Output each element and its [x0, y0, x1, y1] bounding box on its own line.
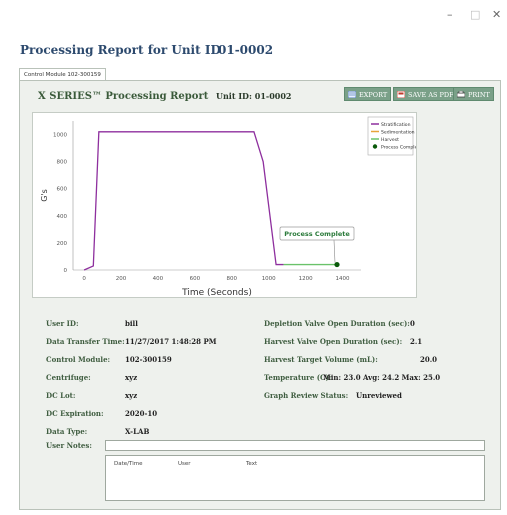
detail-value: X-LAB — [125, 427, 150, 436]
report-unit-id: Unit ID: 01-0002 — [216, 91, 291, 101]
detail-value: Unreviewed — [356, 391, 402, 400]
x-tick-label: 1000 — [262, 276, 276, 282]
y-tick-label: 400 — [57, 214, 68, 220]
print-button[interactable]: PRINT — [453, 87, 494, 101]
window-titlebar: – □ ✕ — [0, 0, 507, 30]
x-tick-label: 1200 — [299, 276, 313, 282]
legend-label: Harvest — [381, 137, 399, 143]
report-unit-label: Unit ID: — [216, 91, 252, 101]
detail-label: Depletion Valve Open Duration (sec): — [264, 319, 410, 328]
y-tick-label: 200 — [57, 241, 68, 247]
legend-label: Sedimentation — [381, 130, 415, 136]
detail-value: 2.1 — [410, 337, 423, 346]
detail-label: Centrifuge: — [46, 373, 91, 382]
detail-value: xyz — [125, 373, 138, 382]
detail-value: xyz — [125, 391, 138, 400]
process-complete-marker — [334, 261, 340, 268]
close-button[interactable]: ✕ — [492, 8, 501, 21]
export-icon — [348, 91, 356, 98]
report-title: X SERIES™ Processing Report — [38, 91, 209, 102]
x-tick-label: 200 — [116, 276, 127, 282]
detail-label: User ID: — [46, 319, 79, 328]
report-panel: X SERIES™ Processing Report Unit ID: 01-… — [19, 80, 501, 510]
detail-value: bill — [125, 319, 138, 328]
x-tick-label: 800 — [227, 276, 238, 282]
notes-history-table: Date/Time User Text — [105, 455, 485, 501]
y-tick-label: 0 — [64, 268, 68, 274]
save-as-pdf-label: SAVE AS PDF — [408, 91, 454, 99]
notes-col-text: Text — [246, 461, 258, 467]
y-tick-label: 600 — [57, 187, 68, 193]
y-tick-label: 1000 — [53, 133, 67, 139]
notes-col-datetime: Date/Time — [114, 461, 143, 467]
legend-marker-process-complete — [372, 144, 378, 149]
y-axis-title: G's — [40, 189, 49, 202]
x-tick-label: 600 — [190, 276, 201, 282]
detail-value: 2020-10 — [125, 409, 158, 418]
detail-value: 20.0 — [420, 355, 438, 364]
annotation-leader — [333, 239, 336, 263]
detail-label: DC Expiration: — [46, 409, 104, 418]
pdf-icon — [397, 91, 405, 98]
user-notes-label: User Notes: — [46, 441, 92, 450]
maximize-button[interactable]: □ — [470, 8, 480, 21]
detail-label: DC Lot: — [46, 391, 76, 400]
detail-label: Graph Review Status: — [264, 391, 349, 400]
detail-label: Harvest Target Volume (mL): — [264, 355, 378, 364]
detail-label: Data Transfer Time: — [46, 337, 125, 346]
chart-svg: 0 200 400 600 800 1000 1200 1400 0 200 400 600 800 10… — [40, 116, 422, 298]
annotation-text: Process Complete — [284, 230, 350, 238]
legend-label: Stratification — [381, 122, 411, 128]
detail-label: Data Type: — [46, 427, 88, 436]
notes-col-user: User — [178, 461, 191, 467]
processing-chart: 0 200 400 600 800 1000 1200 1400 0 200 400 600 800 10… — [32, 112, 422, 298]
export-label: EXPORT — [359, 91, 388, 99]
printer-icon — [457, 91, 465, 98]
user-notes-input[interactable] — [105, 440, 485, 451]
save-as-pdf-button[interactable]: SAVE AS PDF — [393, 87, 458, 101]
legend-label: Process Complete — [381, 145, 416, 151]
series-line-stratification — [83, 131, 284, 271]
export-button[interactable]: EXPORT — [344, 87, 392, 101]
detail-label: Harvest Valve Open Duration (sec): — [264, 337, 403, 346]
detail-value: 11/27/2017 1:48:28 PM — [125, 337, 217, 346]
x-axis-title: Time (Seconds) — [181, 288, 252, 297]
detail-value: 0 — [410, 319, 415, 328]
detail-value: 102-300159 — [125, 355, 172, 364]
detail-value: Min: 23.0 Avg: 24.2 Max: 25.0 — [323, 373, 441, 382]
x-tick-label: 0 — [82, 276, 86, 282]
detail-label: Control Module: — [46, 355, 111, 364]
page-title: Processing Report for Unit ID — [20, 43, 221, 57]
page-unit-id: 01-0002 — [218, 43, 274, 57]
detail-label: Temperature (C): — [264, 373, 332, 382]
x-tick-label: 400 — [153, 276, 164, 282]
print-label: PRINT — [468, 91, 490, 99]
x-tick-label: 1400 — [336, 276, 350, 282]
y-tick-label: 800 — [57, 160, 68, 166]
report-unit-value: 01-0002 — [254, 91, 292, 101]
minimize-button[interactable]: – — [447, 8, 453, 21]
